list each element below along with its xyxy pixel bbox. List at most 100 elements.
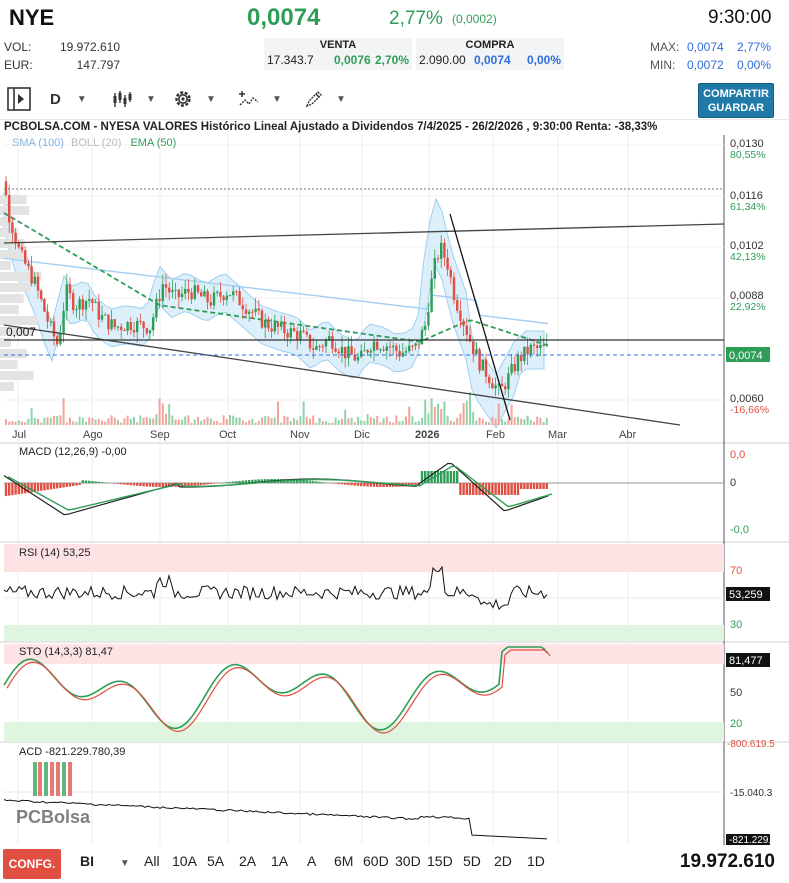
volume-profile-bar	[0, 305, 19, 314]
macd-histogram-bar	[318, 481, 321, 483]
range-1a[interactable]: 1A	[271, 853, 288, 869]
candle-body	[187, 288, 190, 293]
macd-histogram-bar	[116, 483, 120, 484]
mode-select[interactable]: BI ▼	[80, 853, 130, 869]
macd-histogram-bar	[59, 483, 62, 488]
candle-body	[184, 288, 187, 294]
range-all[interactable]: All	[144, 853, 160, 869]
volume-profile-bar	[0, 294, 24, 303]
candle-body	[267, 319, 270, 329]
price-chart[interactable]: 0,0070,013080,55%0,011661,34%0,010242,13…	[0, 119, 789, 845]
price-axis-percent: -16,66%	[730, 404, 769, 416]
rsi-label: RSI (14) 53,25	[19, 547, 91, 559]
candle-body	[411, 345, 414, 347]
watermark-bar	[33, 762, 37, 796]
candle-body	[193, 285, 196, 299]
candle-body	[30, 266, 33, 284]
volume-bar	[389, 421, 391, 425]
pencil-icon	[305, 91, 322, 108]
candle-body	[113, 319, 116, 328]
range-a[interactable]: A	[307, 853, 316, 869]
buy-pct: 0,00%	[527, 53, 562, 67]
watermark-bar	[38, 762, 42, 796]
candle-body	[88, 299, 91, 301]
macd-histogram-bar	[539, 483, 542, 489]
config-button[interactable]: CONFG.	[3, 849, 61, 879]
range-5d[interactable]: 5D	[463, 853, 481, 869]
x-axis-label: Nov	[290, 429, 310, 441]
share-save-button[interactable]: COMPARTIR GUARDAR	[698, 83, 774, 118]
macd-histogram-bar	[24, 483, 27, 494]
gear-icon	[175, 91, 191, 107]
volume-bar	[347, 418, 350, 425]
candle-body	[94, 301, 97, 303]
volume-bar	[113, 417, 116, 425]
volume-bar	[542, 422, 545, 425]
volume-bar	[254, 422, 257, 425]
candle-body	[161, 284, 164, 302]
range-5a[interactable]: 5A	[207, 853, 224, 869]
candle-body	[196, 285, 200, 293]
volume-bar	[152, 418, 155, 425]
range-6m[interactable]: 6M	[334, 853, 353, 869]
chart-area[interactable]: 0,007 0,0130 80,55% 0,0116 61,34% 0,0102 42,13…	[0, 119, 789, 845]
range-30d[interactable]: 30D	[395, 853, 421, 869]
watermark-bar	[68, 762, 72, 796]
volume-bar	[257, 421, 260, 425]
price-axis-percent: 42,13%	[730, 251, 766, 263]
indicators-select[interactable]: ▼	[238, 86, 282, 112]
range-15d[interactable]: 15D	[427, 853, 453, 869]
candle-body	[484, 359, 488, 377]
volume-bar	[203, 419, 206, 425]
range-2d[interactable]: 2D	[494, 853, 512, 869]
candle-body	[520, 355, 523, 362]
volume-bar	[126, 415, 129, 425]
macd-histogram-bar	[452, 471, 456, 483]
candle-body	[302, 330, 305, 332]
macd-histogram-bar	[523, 483, 526, 489]
price-axis-percent: 22,92%	[730, 301, 766, 313]
volume-bar	[264, 416, 267, 425]
volume-bar	[357, 416, 359, 425]
candle-body	[494, 385, 497, 389]
range-60d[interactable]: 60D	[363, 853, 389, 869]
candle-body	[289, 328, 292, 338]
chart-type-select[interactable]: ▼	[112, 86, 156, 112]
chart-toolbar: D ▼ ▼ ▼ ▼ ▼	[0, 82, 789, 118]
x-axis-label: 2026	[415, 429, 439, 441]
acd-tag: -821.229.7	[729, 835, 777, 845]
toggle-panel-button[interactable]	[6, 86, 32, 112]
volume-bar	[222, 415, 225, 425]
sell-qty: 17.343.7	[267, 53, 314, 67]
period-select[interactable]: D ▼	[50, 86, 87, 112]
range-2a[interactable]: 2A	[239, 853, 256, 869]
min-value: 0,0072	[687, 58, 724, 72]
range-10a[interactable]: 10A	[172, 853, 197, 869]
min-label: MIN:	[650, 58, 676, 72]
volume-bar	[366, 413, 369, 425]
candle-body	[273, 322, 276, 332]
macd-histogram-bar	[161, 483, 164, 487]
volume-bar	[296, 420, 299, 425]
candle-body	[504, 386, 507, 390]
candle-body	[529, 344, 532, 355]
candle-body	[100, 315, 104, 320]
macd-histogram-bar	[62, 483, 65, 488]
macd-histogram-bar	[510, 483, 513, 495]
volume-bar	[440, 409, 443, 425]
volume-bar	[53, 415, 55, 425]
range-1d[interactable]: 1D	[527, 853, 545, 869]
x-axis-label: Mar	[548, 429, 567, 441]
drawing-tools-select[interactable]: ▼	[304, 86, 346, 112]
volume-profile-bar	[0, 371, 34, 380]
rsi-axis-70: 70	[730, 565, 742, 577]
macd-histogram-bar	[158, 483, 161, 487]
macd-histogram-bar	[241, 480, 244, 483]
candle-body	[292, 328, 296, 332]
candle-body	[542, 344, 545, 346]
settings-select[interactable]: ▼	[172, 86, 216, 112]
macd-histogram-bar	[356, 483, 360, 486]
macd-histogram-bar	[520, 483, 523, 489]
candle-body	[254, 308, 257, 313]
macd-histogram-bar	[526, 483, 529, 489]
